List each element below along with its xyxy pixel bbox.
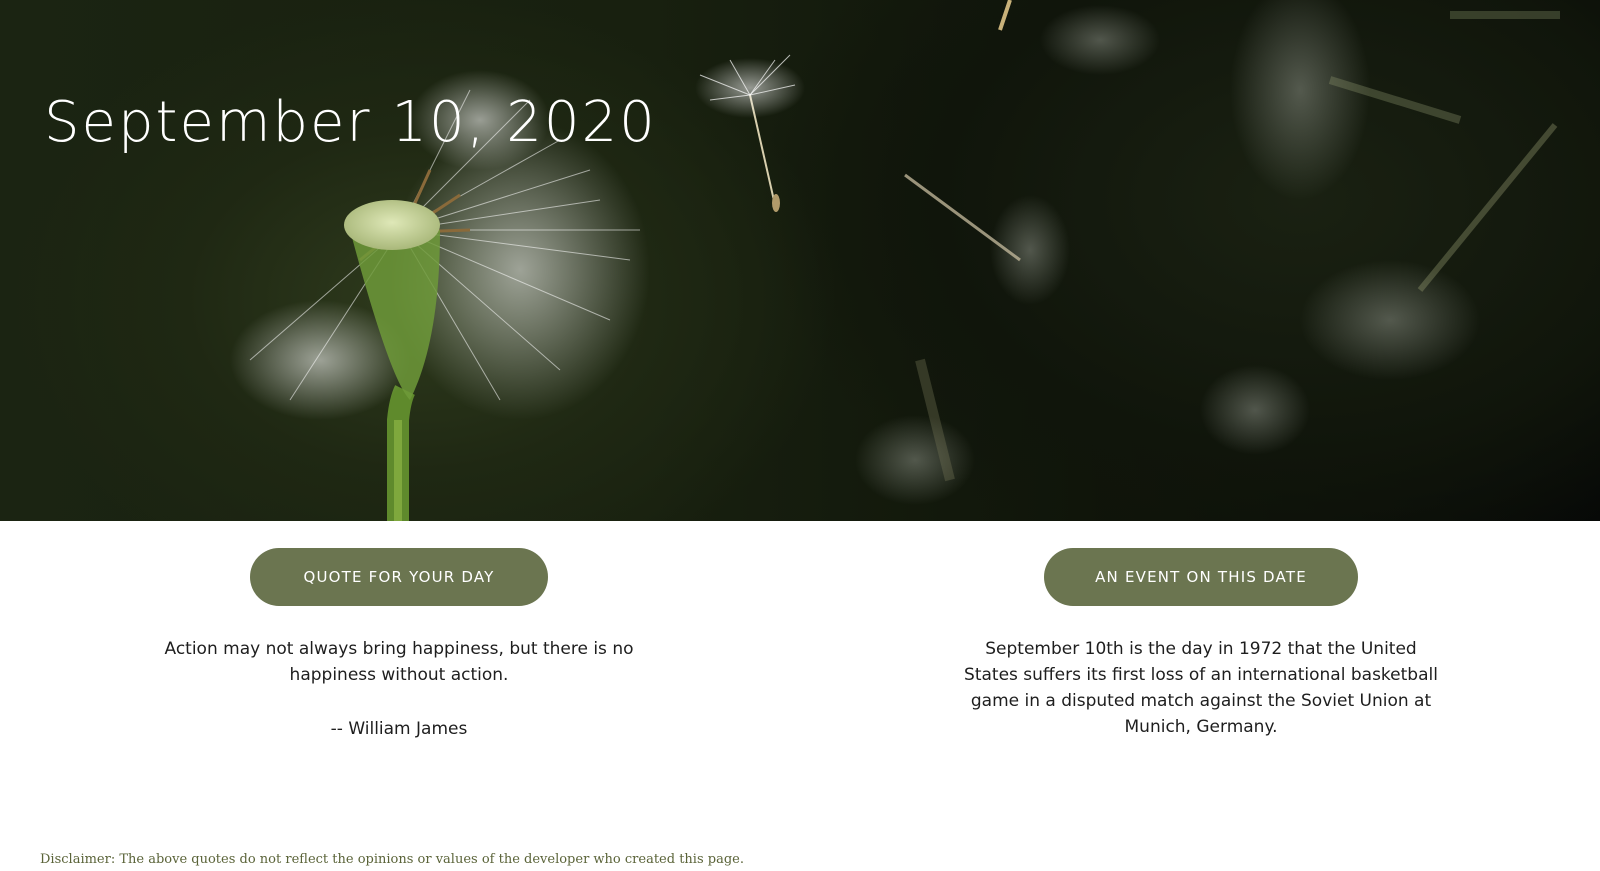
disclaimer-text: Disclaimer: The above quotes do not refl… — [40, 852, 744, 867]
event-description: September 10th is the day in 1972 that t… — [964, 639, 1438, 737]
quote-author: -- William James — [330, 719, 468, 739]
current-date-heading: September 10, 2020 — [44, 90, 657, 155]
hero-banner: September 10, 2020 — [0, 0, 1600, 521]
quote-for-your-day-button[interactable]: QUOTE FOR YOUR DAY — [250, 548, 548, 606]
dandelion-image — [230, 0, 1560, 521]
event-on-this-date-button[interactable]: AN EVENT ON THIS DATE — [1044, 548, 1358, 606]
quote-text: Action may not always bring happiness, b… — [164, 639, 634, 685]
